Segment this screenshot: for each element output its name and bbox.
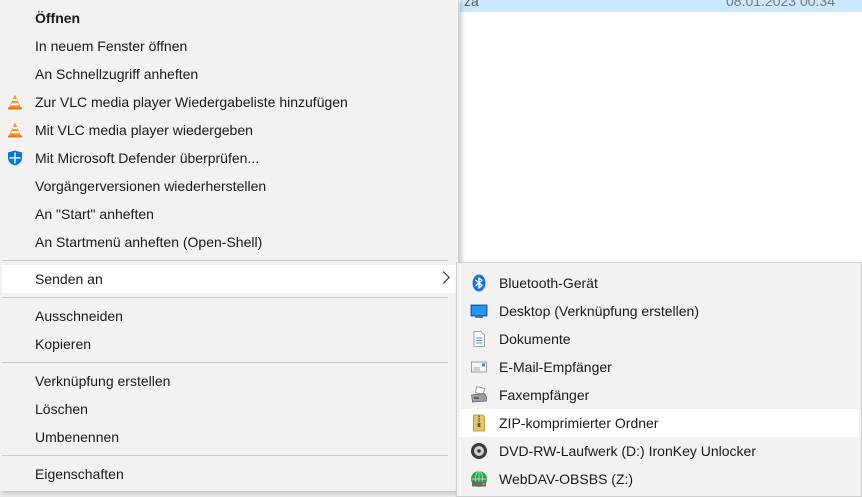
submenu-item-label: Faxempfänger	[499, 387, 590, 403]
menu-item-label: Vorgängerversionen wiederherstellen	[35, 178, 267, 194]
submenu-item-fax[interactable]: Faxempfänger	[459, 381, 859, 409]
desktop-icon	[470, 304, 488, 318]
menu-item-pin-open-shell[interactable]: An Startmenü anheften (Open-Shell)	[2, 228, 456, 256]
submenu-item-label: WebDAV-OBSBS (Z:)	[499, 471, 634, 487]
network-drive-icon	[471, 470, 487, 488]
menu-item-copy[interactable]: Kopieren	[2, 330, 456, 358]
menu-item-label: Verknüpfung erstellen	[35, 373, 171, 389]
menu-item-label: Senden an	[35, 271, 103, 287]
bluetooth-icon	[472, 274, 486, 292]
menu-item-create-shortcut[interactable]: Verknüpfung erstellen	[2, 367, 456, 395]
menu-item-label: Mit VLC media player wiedergeben	[35, 122, 253, 138]
submenu-item-zip-folder[interactable]: ZIP-komprimierter Ordner	[459, 409, 859, 437]
mail-recipient-icon	[471, 361, 487, 373]
vlc-icon	[8, 122, 22, 138]
chevron-right-icon	[437, 271, 450, 284]
menu-item-rename[interactable]: Umbenennen	[2, 423, 456, 451]
menu-item-label: Öffnen	[35, 10, 81, 26]
menu-item-vlc-add-playlist[interactable]: Zur VLC media player Wiedergabeliste hin…	[2, 88, 456, 116]
menu-item-label: Eigenschaften	[35, 466, 124, 482]
submenu-item-label: ZIP-komprimierter Ordner	[499, 415, 659, 431]
send-to-submenu: Bluetooth-Gerät Desktop (Verknüpfung ers…	[456, 262, 862, 497]
submenu-item-dvd-drive[interactable]: DVD-RW-Laufwerk (D:) IronKey Unlocker	[459, 437, 859, 465]
menu-item-label: Kopieren	[35, 336, 92, 352]
menu-item-label: Zur VLC media player Wiedergabeliste hin…	[35, 94, 348, 110]
submenu-item-label: E-Mail-Empfänger	[499, 359, 612, 375]
submenu-item-label: Dokumente	[499, 331, 571, 347]
menu-item-label: An Startmenü anheften (Open-Shell)	[35, 234, 263, 250]
context-menu: Öffnen In neuem Fenster öffnen An Schnel…	[0, 0, 459, 491]
menu-item-label: In neuem Fenster öffnen	[35, 38, 188, 54]
menu-item-send-to[interactable]: Senden an	[2, 265, 456, 293]
submenu-item-desktop[interactable]: Desktop (Verknüpfung erstellen)	[459, 297, 859, 325]
menu-item-defender-scan[interactable]: Mit Microsoft Defender überprüfen...	[2, 144, 456, 172]
menu-item-label: Ausschneiden	[35, 308, 123, 324]
submenu-item-label: Bluetooth-Gerät	[499, 275, 598, 291]
documents-icon	[473, 331, 485, 347]
menu-item-label: Umbenennen	[35, 429, 120, 445]
menu-item-label: An "Start" anheften	[35, 206, 154, 222]
menu-item-cut[interactable]: Ausschneiden	[2, 302, 456, 330]
defender-shield-icon	[8, 150, 22, 166]
submenu-item-label: Desktop (Verknüpfung erstellen)	[499, 303, 699, 319]
menu-item-restore-versions[interactable]: Vorgängerversionen wiederherstellen	[2, 172, 456, 200]
menu-item-open[interactable]: Öffnen	[2, 4, 456, 32]
file-name: za	[464, 0, 479, 9]
selected-file-row[interactable]: za 08.01.2023 00:34	[460, 0, 862, 12]
vlc-icon	[8, 94, 22, 110]
submenu-item-label: DVD-RW-Laufwerk (D:) IronKey Unlocker	[499, 443, 756, 459]
menu-item-properties[interactable]: Eigenschaften	[2, 460, 456, 488]
menu-item-label: Mit Microsoft Defender überprüfen...	[35, 150, 260, 166]
submenu-item-bluetooth[interactable]: Bluetooth-Gerät	[459, 269, 859, 297]
zip-folder-icon	[473, 414, 485, 432]
dvd-drive-icon	[471, 443, 487, 459]
menu-separator	[2, 362, 448, 363]
menu-separator	[2, 260, 448, 261]
menu-separator	[2, 297, 448, 298]
submenu-item-documents[interactable]: Dokumente	[459, 325, 859, 353]
menu-item-pin-start[interactable]: An "Start" anheften	[2, 200, 456, 228]
menu-item-label: Löschen	[35, 401, 88, 417]
submenu-item-mail-recipient[interactable]: E-Mail-Empfänger	[459, 353, 859, 381]
file-date: 08.01.2023 00:34	[726, 0, 835, 9]
menu-separator	[2, 455, 448, 456]
fax-icon	[471, 386, 487, 403]
explorer-background-strip	[0, 491, 460, 497]
menu-item-label: An Schnellzugriff anheften	[35, 66, 199, 82]
menu-item-delete[interactable]: Löschen	[2, 395, 456, 423]
menu-item-pin-quick-access[interactable]: An Schnellzugriff anheften	[2, 60, 456, 88]
submenu-item-webdav-drive[interactable]: WebDAV-OBSBS (Z:)	[459, 465, 859, 493]
menu-item-open-new-window[interactable]: In neuem Fenster öffnen	[2, 32, 456, 60]
menu-item-vlc-play[interactable]: Mit VLC media player wiedergeben	[2, 116, 456, 144]
